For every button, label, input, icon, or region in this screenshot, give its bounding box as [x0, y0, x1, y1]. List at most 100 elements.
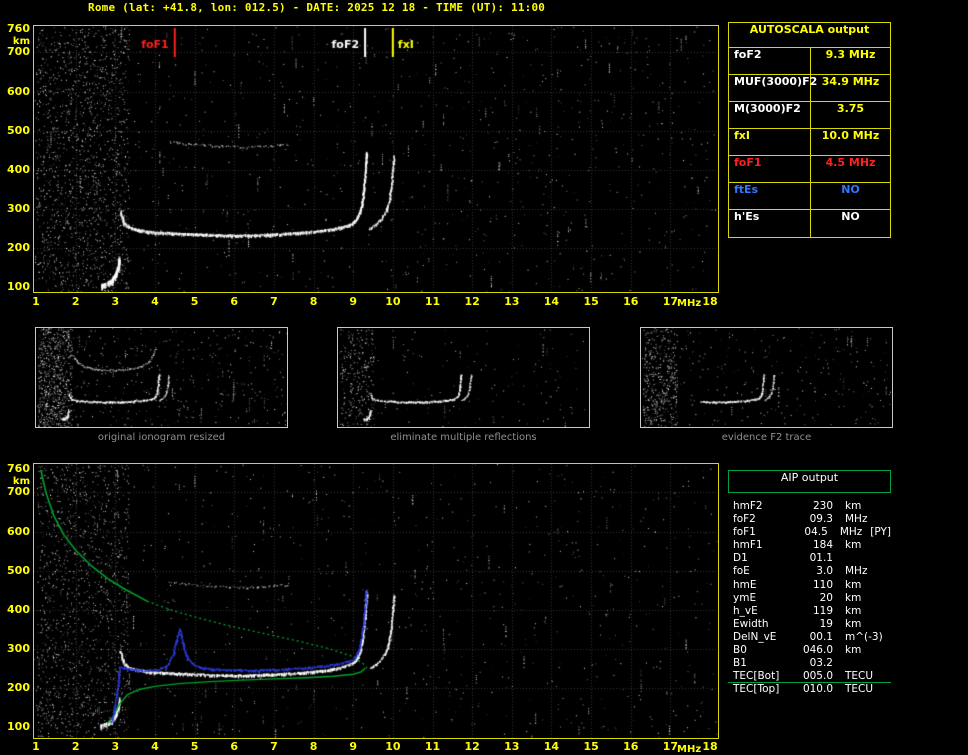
aip-parameter-value: 119 — [812, 604, 833, 617]
x-tick-label: 14 — [543, 740, 560, 753]
aip-row: hmF1 184 km — [728, 539, 891, 552]
aip-parameter-value: 3.0 — [816, 565, 833, 578]
x-tick-label: 9 — [349, 295, 358, 308]
y-tick-label: 760 — [7, 462, 30, 475]
autoscala-screen: Rome (lat: +41.8, lon: 012.5) - DATE: 20… — [0, 0, 968, 755]
aip-parameter-name: hmF2 — [733, 500, 763, 512]
aip-profilogram-panel — [33, 463, 719, 739]
y-tick-label: 600 — [7, 84, 30, 98]
x-tick-label: 13 — [504, 295, 520, 308]
autoscala-parameter-name: M(3000)F2 — [729, 102, 811, 128]
autoscala-row: ftEs NO — [729, 183, 890, 210]
aip-parameter-name: h_vE — [733, 604, 758, 617]
page-title: Rome (lat: +41.8, lon: 012.5) - DATE: 20… — [88, 1, 546, 14]
aip-parameter-name: foE — [733, 565, 750, 578]
aip-parameter-value: 230 — [812, 500, 833, 512]
autoscala-output-rows: foF2 9.3 MHz MUF(3000)F2 34.9 MHz M(3000)F2 3… — [729, 48, 890, 237]
aip-parameter-name: B0 — [733, 644, 747, 657]
y-tick-label: 300 — [7, 201, 30, 215]
autoscala-parameter-value: 10.0 MHz — [821, 129, 880, 142]
aip-parameter-unit: km — [845, 500, 862, 512]
x-tick-label: 12 — [464, 740, 480, 753]
autoscala-parameter-value: NO — [841, 183, 860, 196]
y-tick-label: 400 — [7, 602, 30, 616]
aip-parameter-unit: TECU — [845, 683, 874, 696]
aip-parameter-name: foF2 — [733, 513, 756, 526]
autoscala-row: foF2 9.3 MHz — [729, 48, 890, 75]
y-tick-label: 200 — [7, 680, 30, 694]
x-tick-label: 6 — [230, 295, 239, 308]
aip-row: h_vE 119 km — [728, 605, 891, 618]
aip-parameter-value: 184 — [812, 539, 833, 552]
x-tick-label: 16 — [623, 740, 639, 753]
aip-parameter-name: Ewidth — [733, 617, 769, 630]
y-tick-label: 700 — [7, 45, 30, 59]
aip-row: foE 3.0 MHz — [728, 565, 891, 578]
aip-parameter-value: 01.1 — [809, 552, 833, 565]
aip-parameter-unit: MHz — [845, 565, 868, 578]
aip-parameter-value: 19 — [819, 617, 833, 630]
top-ionogram-canvas — [34, 26, 718, 292]
aip-parameter-unit: km — [845, 617, 862, 630]
autoscala-parameter-name: MUF(3000)F2 — [729, 75, 817, 101]
aip-parameter-name: DelN_vE — [733, 630, 777, 643]
aip-parameter-value: 010.0 — [802, 683, 833, 696]
x-tick-label: 4 — [151, 295, 159, 308]
autoscala-row: h'Es NO — [729, 210, 890, 237]
x-tick-label: 15 — [583, 295, 599, 308]
thumbnail-original-ionogram — [35, 327, 288, 428]
aip-parameter-value: 04.5 — [804, 526, 828, 539]
aip-parameter-value: 110 — [812, 578, 833, 591]
x-tick-label: 11 — [424, 295, 441, 308]
autoscala-parameter-name: h'Es — [729, 210, 811, 237]
autoscala-parameter-value: 4.5 MHz — [825, 156, 876, 169]
thumbnail-original-canvas — [36, 328, 287, 427]
x-tick-label: 3 — [111, 740, 120, 753]
aip-row: foF2 09.3 MHz — [728, 513, 891, 526]
x-tick-label: 6 — [230, 740, 239, 753]
x-tick-label: 2 — [71, 295, 80, 308]
autoscala-parameter-name: foF1 — [729, 156, 811, 182]
aip-output-rows: hmF2 230 km foF2 09.3 MHz foF1 04.5 MHz [PY] hmF1 1… — [728, 500, 891, 696]
x-tick-label: 8 — [309, 295, 318, 308]
aip-row: DelN_vE 00.1 m^(-3) — [728, 631, 891, 644]
x-tick-label: 10 — [385, 740, 401, 753]
autoscala-parameter-name: foF2 — [729, 48, 811, 74]
x-tick-label: 1 — [32, 740, 40, 753]
aip-row: B1 03.2 — [728, 657, 891, 670]
aip-parameter-unit: km — [845, 578, 862, 591]
aip-parameter-unit: km — [845, 539, 862, 552]
aip-parameter-flag: [PY] — [870, 526, 891, 539]
autoscala-parameter-value: 9.3 MHz — [825, 48, 876, 61]
aip-output-header: AIP output — [728, 470, 891, 493]
y-tick-label: 200 — [7, 240, 30, 254]
aip-parameter-unit: m^(-3) — [845, 630, 883, 643]
x-axis-unit-label: MHz — [677, 298, 702, 309]
thumbnail-filtered-canvas — [338, 328, 589, 427]
y-axis-unit-label: km — [12, 36, 30, 47]
aip-row: TEC[Top] 010.0 TECU — [728, 683, 891, 696]
x-tick-label: 1 — [32, 295, 40, 308]
aip-parameter-name: B1 — [733, 657, 747, 670]
y-tick-label: 100 — [7, 280, 30, 293]
autoscala-parameter-value: 34.9 MHz — [821, 75, 880, 88]
x-tick-label: 14 — [543, 295, 560, 308]
aip-parameter-value: 046.0 — [802, 644, 833, 657]
x-tick-label: 5 — [190, 295, 199, 308]
thumbnail-f2-canvas — [641, 328, 892, 427]
aip-parameter-unit: km — [845, 591, 862, 604]
y-tick-label: 100 — [7, 720, 30, 733]
autoscala-row: MUF(3000)F2 34.9 MHz — [729, 75, 890, 102]
x-tick-label: 9 — [349, 740, 358, 753]
aip-row: hmF2 230 km — [728, 500, 891, 513]
top-ionogram-panel — [33, 25, 719, 293]
aip-parameter-value: 00.1 — [809, 630, 833, 643]
x-tick-label: 5 — [190, 740, 199, 753]
thumbnail-caption-f2: evidence F2 trace — [721, 432, 812, 443]
aip-parameter-name: hmF1 — [733, 539, 763, 552]
autoscala-row: M(3000)F2 3.75 — [729, 102, 890, 129]
aip-parameter-value: 09.3 — [809, 513, 833, 526]
aip-parameter-unit: km — [845, 604, 862, 617]
x-tick-label: 8 — [309, 740, 318, 753]
autoscala-row: foF1 4.5 MHz — [729, 156, 890, 183]
